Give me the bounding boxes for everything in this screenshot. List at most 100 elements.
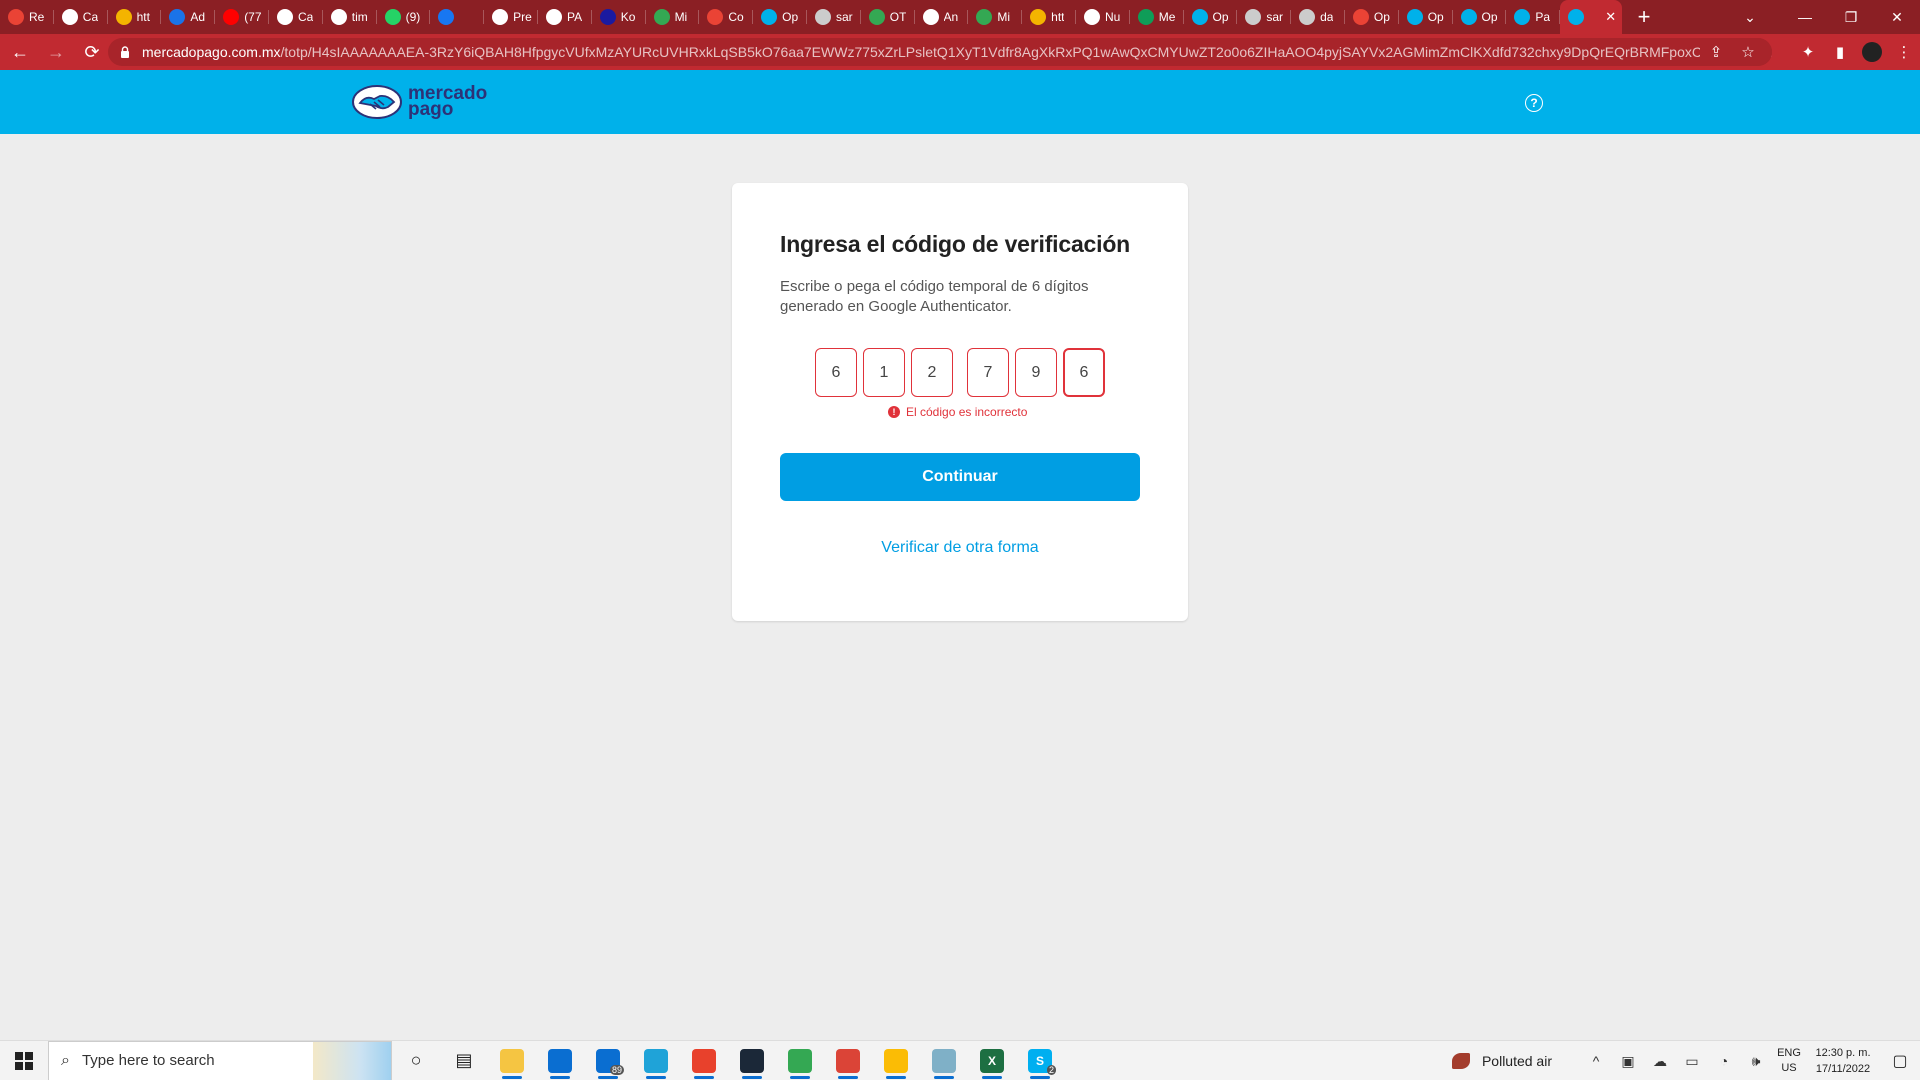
search-icon: ⌕ xyxy=(61,1051,70,1069)
wifi-icon[interactable]: ◔ xyxy=(1708,1053,1740,1069)
code-digit-4[interactable] xyxy=(967,348,1009,397)
code-digit-2[interactable] xyxy=(863,348,905,397)
meet-icon[interactable]: ▣ xyxy=(1612,1053,1644,1070)
browser-tab[interactable]: htt xyxy=(108,0,162,34)
profile-avatar[interactable] xyxy=(1862,42,1882,62)
browser-tab[interactable]: Op xyxy=(1399,0,1453,34)
browser-tab[interactable]: sar xyxy=(1237,0,1291,34)
taskbar-app[interactable] xyxy=(488,1041,536,1080)
browser-tab[interactable]: Pre xyxy=(484,0,538,34)
back-button[interactable]: ← xyxy=(4,37,36,67)
site-header: mercado pago ? xyxy=(0,70,1920,134)
browser-tab[interactable]: Op xyxy=(1453,0,1507,34)
minimize-icon[interactable]: — xyxy=(1782,0,1828,34)
code-digit-1[interactable] xyxy=(815,348,857,397)
address-bar[interactable]: mercadopago.com.mx/totp/H4sIAAAAAAAEA-3R… xyxy=(108,38,1772,66)
browser-tab[interactable]: Ca xyxy=(54,0,108,34)
browser-tab[interactable]: Ko xyxy=(592,0,646,34)
drive-icon xyxy=(976,9,993,25)
verify-other-way-link[interactable]: Verificar de otra forma xyxy=(732,539,1188,557)
taskbar-app[interactable] xyxy=(872,1041,920,1080)
taskbar-app[interactable] xyxy=(824,1041,872,1080)
browser-tab[interactable] xyxy=(430,0,484,34)
browser-tab[interactable]: Ca xyxy=(269,0,323,34)
code-digit-5[interactable] xyxy=(1015,348,1057,397)
browser-tab[interactable]: OT xyxy=(861,0,915,34)
forward-button[interactable]: → xyxy=(40,37,72,67)
browser-tab[interactable]: Op xyxy=(753,0,807,34)
logo-wordmark: mercado pago xyxy=(408,84,487,119)
browser-tab[interactable]: Pa xyxy=(1506,0,1560,34)
browser-tab[interactable]: da xyxy=(1291,0,1345,34)
reload-button[interactable]: ⟳ xyxy=(76,37,108,67)
onedrive-icon[interactable]: ☁ xyxy=(1644,1053,1676,1070)
clock[interactable]: 12:30 p. m. 17/11/2022 xyxy=(1806,1045,1880,1077)
tab-title: Mi xyxy=(674,10,688,24)
browser-tab[interactable]: Op xyxy=(1345,0,1399,34)
tray-chevron-icon[interactable]: ^ xyxy=(1580,1053,1612,1069)
extensions-icon[interactable]: ✦ xyxy=(1792,34,1824,70)
code-digit-6[interactable] xyxy=(1063,348,1105,397)
browser-tab[interactable]: Nu xyxy=(1076,0,1130,34)
notifications-icon[interactable]: ▢ xyxy=(1880,1051,1920,1071)
taskbar-app[interactable]: S2 xyxy=(1016,1041,1064,1080)
browser-tab[interactable]: PA xyxy=(538,0,592,34)
browser-tab[interactable]: Mi xyxy=(968,0,1022,34)
handshake-logo-icon xyxy=(352,85,402,119)
taskbar-app[interactable] xyxy=(920,1041,968,1080)
browser-tab[interactable]: Re xyxy=(0,0,54,34)
share-icon[interactable]: ⇪ xyxy=(1700,43,1732,61)
google-icon xyxy=(330,9,347,25)
code-digit-3[interactable] xyxy=(911,348,953,397)
tab-search-button[interactable]: ⌄ xyxy=(1730,0,1770,34)
instructions-text: Escribe o pega el código temporal de 6 d… xyxy=(780,278,1089,315)
gmail-icon xyxy=(707,9,724,25)
office-icon xyxy=(692,1048,716,1073)
menu-icon[interactable]: ⋮ xyxy=(1888,34,1920,70)
taskbar-app[interactable] xyxy=(632,1041,680,1080)
new-tab-button[interactable]: + xyxy=(1626,0,1662,34)
taskbar-app[interactable] xyxy=(728,1041,776,1080)
tab-close-icon[interactable]: ✕ xyxy=(1605,9,1616,25)
volume-icon[interactable]: 🕪 xyxy=(1740,1053,1772,1070)
browser-tab[interactable]: tim xyxy=(323,0,377,34)
help-icon[interactable]: ? xyxy=(1525,94,1543,112)
taskbar-search[interactable]: ⌕ Type here to search xyxy=(48,1040,392,1080)
browser-tab[interactable]: Me xyxy=(1130,0,1184,34)
side-panel-icon[interactable]: ▮ xyxy=(1824,34,1856,70)
tab-title: Op xyxy=(1481,10,1498,24)
close-icon[interactable]: ✕ xyxy=(1874,0,1920,34)
tab-title: Ca xyxy=(82,10,99,24)
tab-active[interactable]: ✕ xyxy=(1560,0,1623,34)
browser-tab[interactable]: Ad xyxy=(161,0,215,34)
language-indicator[interactable]: ENG US xyxy=(1772,1046,1806,1076)
mercadopago-logo[interactable]: mercado pago xyxy=(352,84,487,119)
continue-button[interactable]: Continuar xyxy=(780,453,1140,501)
browser-tab[interactable]: Mi xyxy=(646,0,700,34)
browser-tab[interactable]: An xyxy=(915,0,969,34)
taskbar-app[interactable]: X xyxy=(968,1041,1016,1080)
tab-title: Op xyxy=(1212,10,1229,24)
bookmark-star-icon[interactable]: ☆ xyxy=(1732,43,1764,61)
browser-tab[interactable]: (77 xyxy=(215,0,269,34)
start-button[interactable] xyxy=(0,1041,48,1080)
globe-icon xyxy=(492,9,509,25)
toolbar-right: ✦ ▮ ⋮ xyxy=(1792,34,1920,70)
taskbar-app[interactable]: 89 xyxy=(584,1041,632,1080)
taskbar-app[interactable] xyxy=(536,1041,584,1080)
task-view-icon: ▤ xyxy=(455,1050,473,1070)
battery-icon[interactable]: ▭ xyxy=(1676,1053,1708,1070)
browser-tab[interactable]: Op xyxy=(1184,0,1238,34)
browser-tab[interactable]: (9) xyxy=(377,0,431,34)
weather-widget[interactable]: Polluted air xyxy=(1451,1053,1552,1069)
globe-icon xyxy=(1083,9,1100,25)
restore-icon[interactable]: ❐ xyxy=(1828,0,1874,34)
taskbar-app[interactable] xyxy=(680,1041,728,1080)
taskbar-app[interactable]: ▤ xyxy=(440,1041,488,1080)
taskbar-app[interactable]: ○ xyxy=(392,1041,440,1080)
tab-title: Op xyxy=(782,10,799,24)
browser-tab[interactable]: htt xyxy=(1022,0,1076,34)
taskbar-app[interactable] xyxy=(776,1041,824,1080)
browser-tab[interactable]: sar xyxy=(807,0,861,34)
browser-tab[interactable]: Co xyxy=(699,0,753,34)
